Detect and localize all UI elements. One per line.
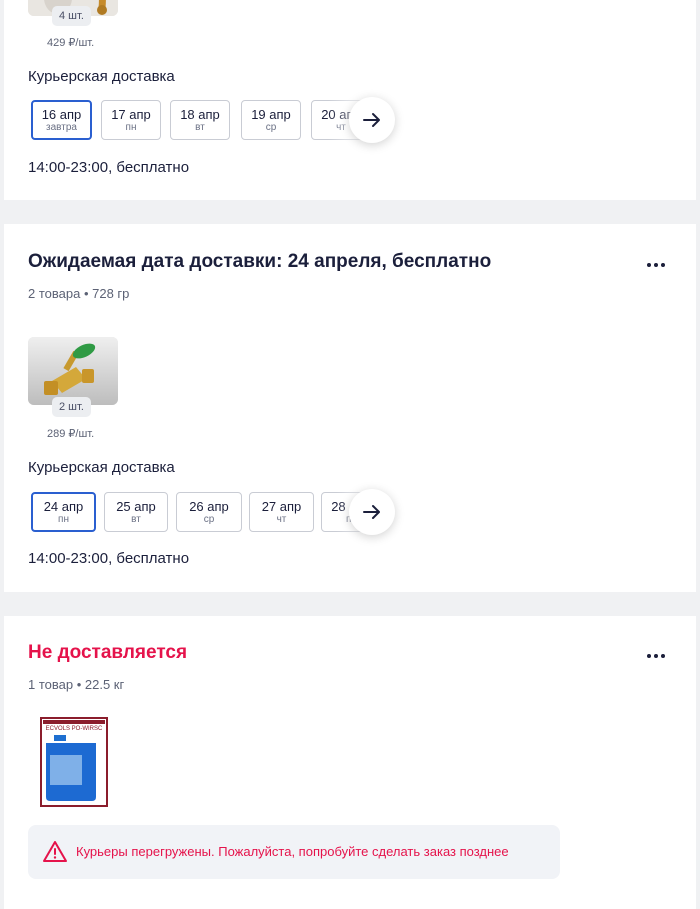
date-chip-date: 16 апр — [41, 107, 82, 122]
arrow-right-icon — [363, 113, 380, 127]
arrow-right-icon — [363, 505, 380, 519]
date-chip-date: 18 апр — [180, 107, 220, 122]
product-label: ECVOLS PO-WIRSC — [46, 726, 103, 732]
unit-price: 289 ₽/шт. — [47, 428, 95, 440]
next-dates-button[interactable] — [349, 489, 395, 535]
date-chip[interactable]: 25 апр вт — [104, 492, 168, 532]
date-chip-date: 27 апр — [261, 499, 302, 514]
product-thumbnail[interactable] — [28, 337, 118, 405]
date-chip-weekday: пн — [58, 514, 69, 525]
quantity-badge: 2 шт. — [52, 397, 91, 417]
delivery-method: Курьерская доставка — [28, 68, 175, 85]
date-chip[interactable]: 18 апр вт — [170, 100, 230, 140]
warning-text: Курьеры перегружены. Пожалуйста, попробу… — [76, 844, 509, 859]
product-thumbnail[interactable]: ECVOLS PO-WIRSC — [40, 717, 108, 807]
date-chip-date: 26 апр — [189, 499, 229, 514]
warning-banner: Курьеры перегружены. Пожалуйста, попробу… — [28, 825, 560, 879]
delivery-time: 14:00-23:00, бесплатно — [28, 550, 190, 567]
date-chip-weekday: завтра — [46, 122, 77, 133]
date-chip-weekday: ср — [265, 122, 277, 133]
date-chip-date: 25 апр — [116, 499, 156, 514]
canister-image: ECVOLS PO-WIRSC — [40, 717, 108, 807]
order-meta: 2 товара • 728 гр — [28, 286, 130, 301]
delivery-title: Не доставляется — [28, 642, 188, 663]
delivery-method: Курьерская доставка — [28, 459, 175, 476]
delivery-card-2: Ожидаемая дата доставки: 24 апреля, бесп… — [4, 224, 696, 592]
date-chip-date: 17 апр — [111, 107, 151, 122]
date-chip-weekday: вт — [131, 514, 141, 525]
quantity-badge: 4 шт. — [52, 6, 91, 26]
more-dots-icon[interactable] — [644, 650, 668, 662]
date-chip[interactable]: 19 апр ср — [241, 100, 301, 140]
date-chip-weekday: вт — [195, 122, 205, 133]
delivery-card-1: 4 шт. 429 ₽/шт. Курьерская доставка 16 а… — [4, 0, 696, 200]
delivery-title: Ожидаемая дата доставки: 24 апреля, бесп… — [28, 251, 492, 272]
more-dots-icon[interactable] — [644, 259, 668, 271]
order-meta: 1 товар • 22.5 кг — [28, 677, 125, 692]
date-chip-date: 24 апр — [43, 499, 84, 514]
unit-price: 429 ₽/шт. — [47, 37, 95, 49]
date-chip[interactable]: 17 апр пн — [101, 100, 161, 140]
date-chip[interactable]: 16 апр завтра — [31, 100, 92, 140]
delivery-time: 14:00-23:00, бесплатно — [28, 159, 190, 176]
warning-triangle-icon — [43, 841, 67, 862]
date-chip[interactable]: 26 апр ср — [176, 492, 242, 532]
date-chip-weekday: пн — [125, 122, 137, 133]
date-chip-weekday: чт — [276, 514, 287, 525]
date-chip-weekday: ср — [203, 514, 215, 525]
next-dates-button[interactable] — [349, 97, 395, 143]
valve-image — [28, 337, 118, 405]
date-chip-date: 19 апр — [251, 107, 291, 122]
delivery-card-3: Не доставляется 1 товар • 22.5 кг ECVOLS… — [4, 616, 696, 909]
date-chip[interactable]: 27 апр чт — [249, 492, 314, 532]
date-chip[interactable]: 24 апр пн — [31, 492, 96, 532]
